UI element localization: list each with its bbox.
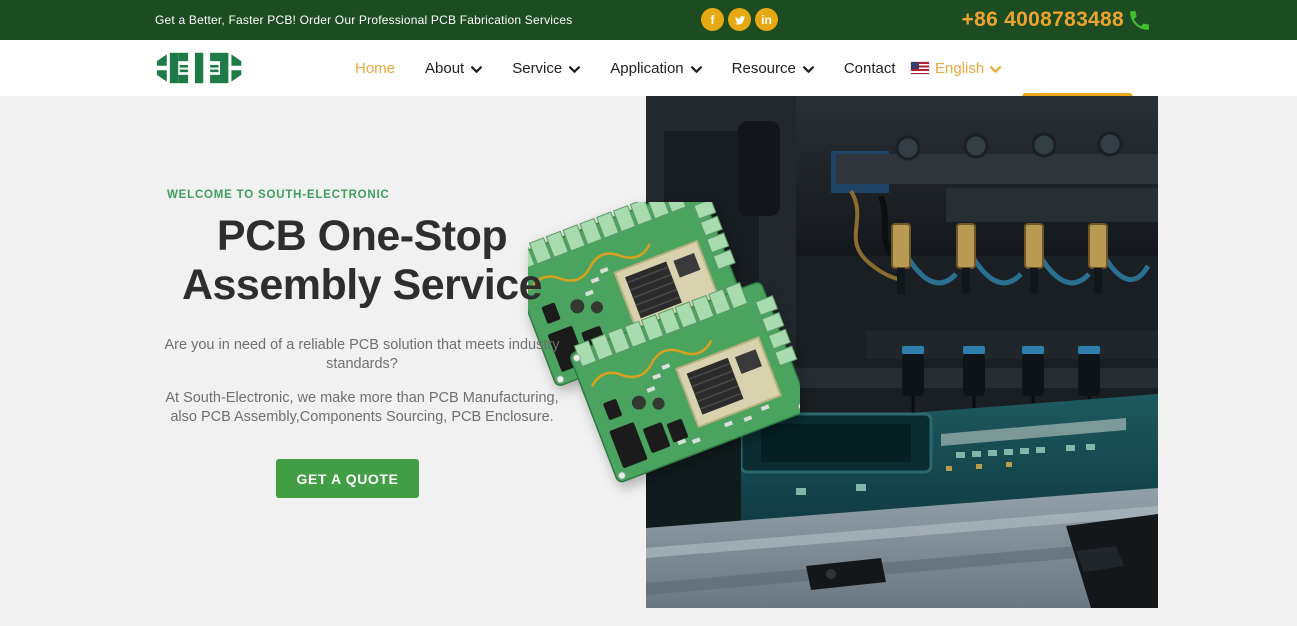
nav-label: Application (610, 60, 683, 77)
get-a-quote-button[interactable]: GET A QUOTE (276, 459, 419, 498)
language-selector[interactable]: English (911, 40, 1001, 96)
main-nav: Home About Service Application Resource … (0, 40, 1297, 96)
announcement-text: Get a Better, Faster PCB! Order Our Prof… (155, 0, 572, 40)
linkedin-glyph: in (761, 13, 772, 27)
facebook-icon[interactable]: f (701, 8, 724, 31)
phone-number: +86 4008783488 (962, 8, 1124, 32)
chevron-down-icon (471, 66, 482, 73)
twitter-bird-icon (734, 14, 746, 26)
company-logo[interactable] (155, 49, 247, 87)
nav-item-service[interactable]: Service (512, 60, 580, 77)
nav-item-resource[interactable]: Resource (732, 60, 814, 77)
hero-paragraph-1: Are you in need of a reliable PCB soluti… (160, 336, 564, 374)
linkedin-icon[interactable]: in (755, 8, 778, 31)
social-links: f in (701, 8, 778, 31)
nav-label: Service (512, 60, 562, 77)
title-line-1: PCB One-Stop (92, 212, 632, 261)
hero-eyebrow: WELCOME TO SOUTH-ELECTRONIC (167, 189, 390, 201)
chevron-down-icon (803, 66, 814, 73)
nav-item-home[interactable]: Home (355, 60, 395, 77)
smt-machine-illustration (646, 96, 1158, 608)
language-label: English (935, 60, 984, 77)
hero-photo (646, 96, 1158, 608)
phone-icon (1127, 8, 1152, 33)
hero-paragraph-2: At South-Electronic, we make more than P… (160, 389, 564, 427)
page-title: PCB One-Stop Assembly Service (92, 212, 632, 310)
nav-label: Contact (844, 60, 896, 77)
chevron-down-icon (990, 66, 1001, 73)
phone-link[interactable]: +86 4008783488 (962, 0, 1152, 40)
nav-item-about[interactable]: About (425, 60, 482, 77)
facebook-glyph: f (711, 13, 715, 27)
title-line-2: Assembly Service (92, 261, 632, 310)
page: Get a Better, Faster PCB! Order Our Prof… (0, 0, 1297, 626)
nav-menu: Home About Service Application Resource … (355, 40, 896, 96)
nav-label: Resource (732, 60, 796, 77)
chevron-down-icon (569, 66, 580, 73)
nav-label: About (425, 60, 464, 77)
nav-item-contact[interactable]: Contact (844, 60, 896, 77)
twitter-icon[interactable] (728, 8, 751, 31)
nav-label: Home (355, 60, 395, 77)
announcement-bar: Get a Better, Faster PCB! Order Our Prof… (0, 0, 1297, 40)
chevron-down-icon (691, 66, 702, 73)
nav-item-application[interactable]: Application (610, 60, 701, 77)
hero-section: WELCOME TO SOUTH-ELECTRONIC PCB One-Stop… (0, 96, 1297, 626)
us-flag-icon (911, 62, 929, 74)
